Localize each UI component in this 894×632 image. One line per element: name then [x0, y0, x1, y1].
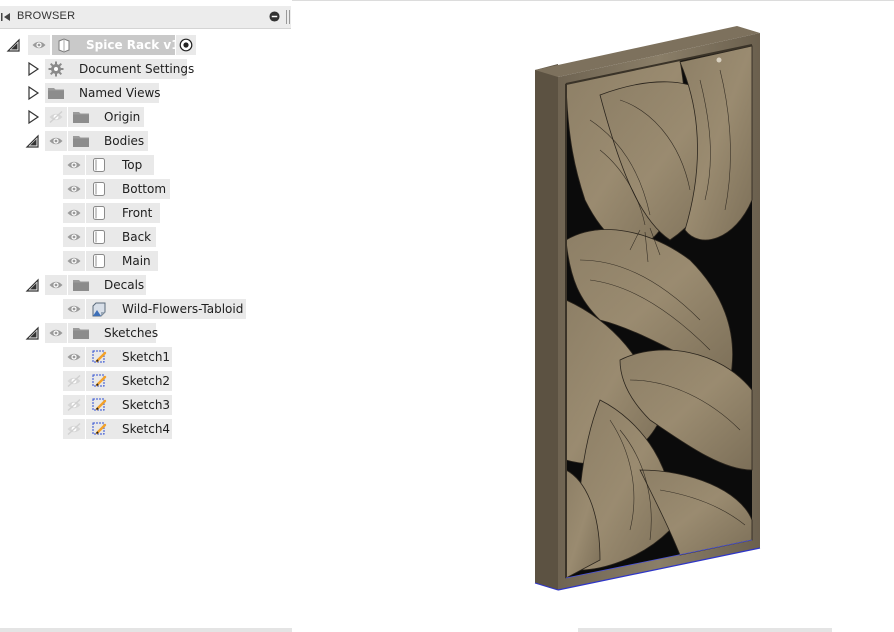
eye-icon[interactable]: [66, 253, 82, 269]
bottom-scrollbar-right[interactable]: [578, 628, 832, 632]
tree-item-label: Top: [122, 158, 143, 172]
body-icon: [91, 229, 107, 245]
decal-image-icon: [92, 302, 106, 317]
collapse-panel-icon[interactable]: [1, 12, 11, 22]
tree-item-label: Front: [122, 206, 153, 220]
expand-toggle-icon[interactable]: [25, 109, 41, 125]
eye-hidden-icon[interactable]: [48, 109, 64, 125]
minimize-icon[interactable]: [269, 11, 280, 22]
tree-item-label: Sketch1: [122, 350, 171, 364]
tree-item-sketches[interactable]: Sketches: [0, 321, 292, 345]
tree-item-body-front[interactable]: Front: [0, 201, 292, 225]
tree-item-body-back[interactable]: Back: [0, 225, 292, 249]
browser-panel: BROWSER Spice Rack v1 Document Settings …: [0, 0, 292, 632]
expand-toggle-icon[interactable]: [25, 85, 41, 101]
tree-item-decal-wild-flowers[interactable]: Wild-Flowers-Tabloid: [0, 297, 292, 321]
component-icon: [58, 38, 70, 53]
body-icon: [91, 157, 107, 173]
eye-icon[interactable]: [48, 133, 64, 149]
folder-icon: [72, 109, 90, 125]
body-icon: [91, 253, 107, 269]
tree-item-label: Sketch3: [122, 398, 171, 412]
folder-icon: [72, 277, 90, 293]
tree-item-label: Wild-Flowers-Tabloid: [122, 302, 244, 316]
tree-item-label: Sketches: [104, 326, 159, 340]
sketch-icon: [91, 397, 107, 413]
tree-item-sketch1[interactable]: Sketch1: [0, 345, 292, 369]
tree-item-origin[interactable]: Origin: [0, 105, 292, 129]
tree-item-label: Sketch4: [122, 422, 171, 436]
tree-item-sketch3[interactable]: Sketch3: [0, 393, 292, 417]
expand-toggle-icon[interactable]: [5, 37, 21, 53]
tree-item-bodies[interactable]: Bodies: [0, 129, 292, 153]
tree-item-sketch4[interactable]: Sketch4: [0, 417, 292, 441]
activate-radio-icon[interactable]: [178, 37, 194, 53]
sketch-icon: [91, 373, 107, 389]
eye-icon[interactable]: [66, 229, 82, 245]
eye-icon[interactable]: [66, 205, 82, 221]
tree-item-decals[interactable]: Decals: [0, 273, 292, 297]
expand-toggle-icon[interactable]: [24, 277, 40, 293]
bottom-scrollbar-left[interactable]: [0, 628, 292, 632]
browser-header: BROWSER: [0, 6, 291, 29]
tree-item-body-main[interactable]: Main: [0, 249, 292, 273]
eye-icon[interactable]: [48, 277, 64, 293]
tree-item-label: Bodies: [104, 134, 145, 148]
body-icon: [91, 205, 107, 221]
panel-grip-icon[interactable]: [286, 10, 290, 24]
tree-root-label: Spice Rack v1: [86, 38, 180, 52]
tree-root-row[interactable]: Spice Rack v1: [0, 33, 292, 57]
eye-hidden-icon[interactable]: [66, 421, 82, 437]
tree-item-body-top[interactable]: Top: [0, 153, 292, 177]
folder-icon: [72, 325, 90, 341]
expand-toggle-icon[interactable]: [25, 61, 41, 77]
folder-icon: [72, 133, 90, 149]
tree-item-label: Back: [122, 230, 152, 244]
gear-icon: [48, 61, 64, 77]
tree-item-label: Main: [122, 254, 151, 268]
spice-rack-model[interactable]: [520, 20, 780, 600]
eye-hidden-icon[interactable]: [66, 373, 82, 389]
sketch-icon: [91, 421, 107, 437]
eye-icon[interactable]: [31, 37, 47, 53]
eye-icon[interactable]: [66, 157, 82, 173]
tree-item-label: Document Settings: [79, 62, 195, 76]
eye-icon[interactable]: [66, 349, 82, 365]
tree-item-label: Named Views: [79, 86, 161, 100]
tree-item-label: Origin: [104, 110, 141, 124]
browser-title: BROWSER: [17, 10, 76, 22]
tree-item-label: Sketch2: [122, 374, 171, 388]
body-icon: [91, 181, 107, 197]
folder-icon: [47, 85, 65, 101]
tree-item-body-bottom[interactable]: Bottom: [0, 177, 292, 201]
tree-item-named-views[interactable]: Named Views: [0, 81, 292, 105]
tree-item-sketch2[interactable]: Sketch2: [0, 369, 292, 393]
tree-item-document-settings[interactable]: Document Settings: [0, 57, 292, 81]
tree-item-label: Decals: [104, 278, 145, 292]
eye-icon[interactable]: [48, 325, 64, 341]
tree-item-label: Bottom: [122, 182, 167, 196]
sketch-icon: [91, 349, 107, 365]
expand-toggle-icon[interactable]: [24, 133, 40, 149]
eye-icon[interactable]: [66, 181, 82, 197]
expand-toggle-icon[interactable]: [24, 325, 40, 341]
eye-hidden-icon[interactable]: [66, 397, 82, 413]
eye-icon[interactable]: [66, 301, 82, 317]
